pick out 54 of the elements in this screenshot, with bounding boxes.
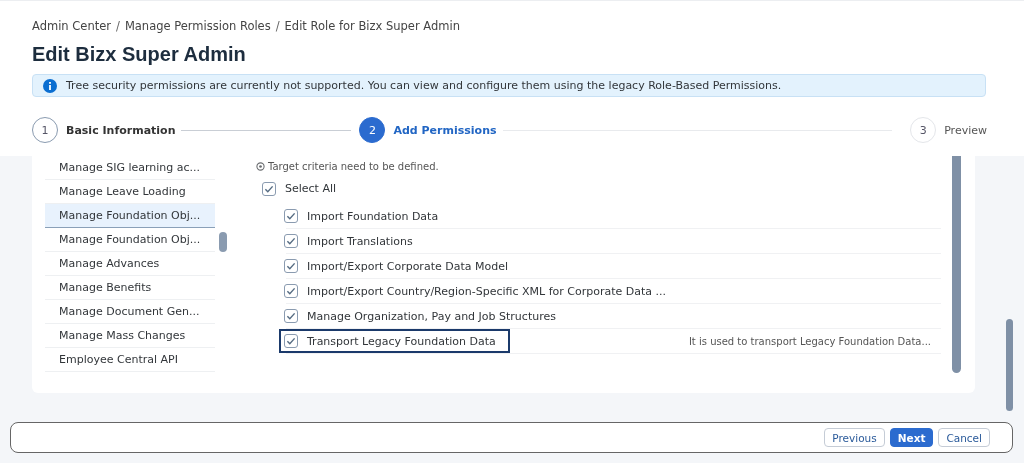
breadcrumb-link[interactable]: Manage Permission Roles [124,19,271,33]
checkbox[interactable] [284,334,298,348]
permission-option[interactable]: Import/Export Country/Region-Specific XML for Corporate Data ... [279,279,681,303]
sidebar-item[interactable]: Manage Mass Changes [45,324,215,348]
sidebar-item[interactable]: Manage Foundation Obj... [45,204,215,228]
checkmark-icon [285,335,297,347]
sidebar-item[interactable]: Manage Foundation Obj... [45,228,215,252]
permission-description: It is used to transport Legacy Foundation Data... [688,335,931,347]
wizard-step[interactable]: 3 Preview [910,117,987,143]
sidebar-item[interactable]: Employee Central API [45,348,215,372]
checkbox[interactable] [262,181,276,196]
footer-button[interactable]: Previous [824,428,885,447]
checkbox-label: Transport Legacy Foundation Data [307,334,496,348]
breadcrumb-separator: / [116,19,120,33]
sidebar-item[interactable]: Manage Advances [45,252,215,276]
scrollbar-thumb[interactable] [219,232,227,252]
checkbox[interactable] [284,234,298,248]
permission-option[interactable]: Import Translations [279,229,427,253]
checkbox[interactable] [284,209,298,223]
permission-option[interactable]: Import Foundation Data [279,204,453,228]
checkmark-icon [285,210,297,222]
checkmark-icon [285,310,297,322]
permission-option[interactable]: Import/Export Corporate Data Model [279,254,522,278]
checkbox[interactable] [284,309,298,323]
footer-button[interactable]: Next [889,428,934,447]
wizard-step[interactable]: 1 Basic Information [32,117,176,143]
target-icon [256,161,265,171]
checkbox-label: Manage Organization, Pay and Job Structures [307,309,556,323]
breadcrumb-separator: / [275,19,280,33]
page-title: Edit Bizx Super Admin [32,43,247,66]
breadcrumb-current: Edit Role for Bizx Super Admin [284,19,460,33]
sidebar-item[interactable]: Manage Benefits [45,276,215,300]
sidebar-item[interactable]: Manage SIG learning ac... [45,156,215,180]
scrollbar-thumb[interactable] [952,156,961,373]
info-icon [43,78,57,93]
checkbox-label: Select All [285,182,337,195]
info-message: Tree security permissions are currently not supported. You can view and configure them using the legacy Role-Based Permissions. [66,79,782,92]
wizard-step[interactable]: 2 Add Permissions [359,117,497,143]
checkbox[interactable] [284,259,298,273]
checkbox-label: Import/Export Country/Region-Specific XML for Corporate Data ... [307,284,667,298]
breadcrumb-link[interactable]: Admin Center [32,19,111,33]
permission-option[interactable]: Manage Organization, Pay and Job Structures [279,304,570,328]
footer-button[interactable]: Cancel [938,428,990,447]
checkbox-label: Import Foundation Data [307,209,439,223]
checkbox[interactable] [284,284,298,298]
checkmark-icon [285,285,297,297]
permission-option[interactable]: Transport Legacy Foundation Data [279,329,510,353]
legend-note: Target criteria need to be defined. [268,160,439,172]
page-scrollbar-thumb[interactable] [1006,319,1013,411]
checkbox-label: Import/Export Corporate Data Model [307,259,508,273]
checkbox-label: Import Translations [307,234,413,248]
checkmark-icon [285,260,297,272]
checkmark-icon [285,235,297,247]
sidebar-item[interactable]: Manage Document Gen... [45,300,215,324]
